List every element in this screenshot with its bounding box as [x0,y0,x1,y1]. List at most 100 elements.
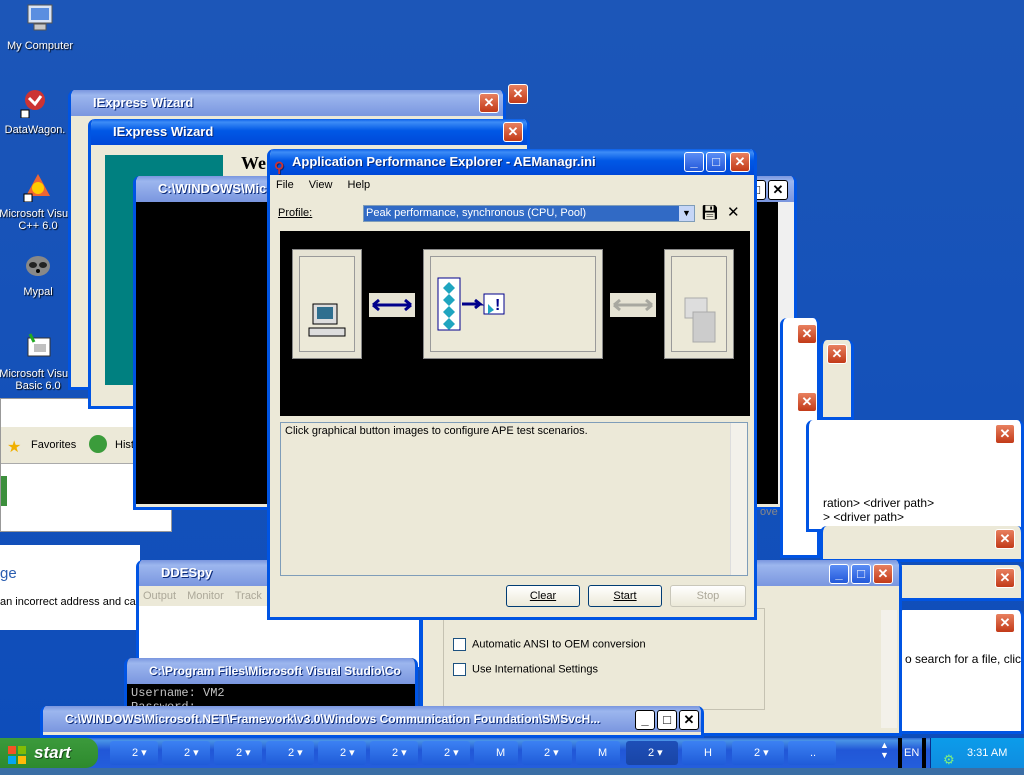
taskbar-scroll-arrows[interactable]: ▲ ▼ [880,740,889,760]
bg-window-right-f: ✕ o search for a file, click [896,610,1024,734]
double-arrow-icon [613,298,653,312]
close-icon[interactable]: ✕ [768,180,788,200]
minimize-icon[interactable]: _ [829,564,849,584]
taskbar-item-12[interactable]: H [682,741,726,765]
close-icon[interactable]: ✕ [873,564,893,584]
server-pool-icon: ! [437,277,505,331]
delete-icon[interactable]: ✕ [727,203,740,221]
taskbar-item-4[interactable]: 2 ▾ [266,741,314,765]
desktop-icon-visual-basic[interactable]: Microsoft Visual Basic 6.0 [0,330,78,392]
stop-button[interactable]: Stop [670,585,746,607]
close-icon[interactable]: ✕ [995,568,1015,588]
server-button[interactable]: ! [423,249,603,359]
intl-settings-checkbox[interactable]: Use International Settings [453,663,598,676]
clock[interactable]: 3:31 AM [967,738,1007,768]
taskbar-divider [898,738,902,768]
iexpress-1-title: IExpress Wizard [71,90,503,116]
bg-close-icon[interactable]: ✕ [508,84,534,108]
system-tray: ⚙ 3:31 AM [930,738,1024,768]
taskbar-item-10[interactable]: M [576,741,620,765]
desktop-icon-visual-cpp[interactable]: Microsoft Visual C++ 6.0 [0,170,78,232]
computer-icon [27,4,53,31]
windows-logo-icon [8,744,26,764]
star-icon: ★ [7,439,22,456]
start-button[interactable]: Start [588,585,662,607]
desktop-icon-datawagon[interactable]: DataWagon. [0,86,75,136]
ape-menubar: File View Help [270,175,754,195]
menu-help[interactable]: Help [342,179,377,191]
close-icon[interactable]: ✕ [730,152,750,172]
taskbar-divider [922,738,926,768]
taskbar-item-3[interactable]: 2 ▾ [214,741,262,765]
ape-titlebar: ⚲ Application Performance Explorer - AEM… [270,149,754,175]
history-icon [89,435,107,453]
options-group [443,608,765,710]
raccoon-icon [26,256,50,276]
menu-view[interactable]: View [303,179,339,191]
description-scrollbar[interactable] [730,423,747,575]
shortcut-icon [20,90,45,119]
close-icon[interactable]: ✕ [827,344,847,364]
data-connection-arrow[interactable] [610,293,656,317]
minimize-icon[interactable]: _ [635,710,655,730]
history-button[interactable]: Hist [115,439,134,451]
taskbar-item-7[interactable]: 2 ▾ [422,741,470,765]
console-3-title: C:\WINDOWS\Microsoft.NET\Framework\v3.0\… [43,706,701,732]
ie-error-page: ge an incorrect address and car [0,545,140,630]
start-button[interactable]: start [0,738,98,768]
options-scrollbar[interactable] [881,610,897,728]
taskbar-item-9[interactable]: 2 ▾ [522,741,572,765]
svg-text:!: ! [495,297,500,314]
ie-go-button[interactable] [1,476,7,506]
bg-window-right-d: ✕ [820,526,1024,562]
console-2-title: C:\Program Files\Microsoft Visual Studio… [127,658,415,684]
minimize-icon[interactable]: _ [684,152,704,172]
ansi-oem-checkbox[interactable]: Automatic ANSI to OEM conversion [453,638,646,651]
close-icon[interactable]: ✕ [679,710,699,730]
save-icon[interactable]: 💾︎ [701,204,719,221]
close-icon[interactable]: ✕ [479,93,499,113]
client-computer-icon [308,303,346,337]
taskbar-item-6[interactable]: 2 ▾ [370,741,418,765]
favorites-button[interactable]: Favorites [31,439,76,451]
maximize-icon[interactable]: □ [706,152,726,172]
description-textarea[interactable]: Click graphical button images to configu… [280,422,748,576]
desktop-icon-mypal[interactable]: Mypal [0,248,78,298]
double-arrow-icon [372,298,412,312]
taskbar-item-11[interactable]: 2 ▾ [626,741,678,765]
bg-window-right-c: ✕ ration> <driver path> > <driver path> [806,420,1024,532]
maximize-icon[interactable]: □ [657,710,677,730]
profile-select[interactable]: Peak performance, synchronous (CPU, Pool… [363,205,695,222]
bg-window-right-a: ✕ [820,340,854,420]
close-icon[interactable]: ✕ [995,529,1015,549]
client-connection-arrow[interactable] [369,293,415,317]
profile-row: Profile: Peak performance, synchronous (… [278,204,748,227]
menu-file[interactable]: File [270,179,300,191]
vcpp-icon [23,174,50,203]
scenario-diagram: ! [280,231,750,416]
ape-title: Application Performance Explorer - AEMan… [292,154,596,169]
chevron-down-icon[interactable]: ▼ [679,206,694,221]
close-icon[interactable]: ✕ [503,122,523,142]
language-indicator[interactable]: EN [904,747,919,759]
close-icon[interactable]: ✕ [797,392,817,412]
network-icon[interactable]: ⚙ [943,745,955,775]
taskbar-item-14[interactable]: .. [788,741,836,765]
taskbar-item-1[interactable]: 2 ▾ [110,741,158,765]
desktop-icon-my-computer[interactable]: My Computer [0,2,80,52]
client-button[interactable] [292,249,362,359]
clear-button[interactable]: Clear [506,585,580,607]
console-window-3: C:\WINDOWS\Microsoft.NET\Framework\v3.0\… [40,706,704,738]
taskbar-item-8[interactable]: M [474,741,518,765]
taskbar-item-2[interactable]: 2 ▾ [162,741,210,765]
taskbar-item-5[interactable]: 2 ▾ [318,741,366,765]
taskbar-item-13[interactable]: 2 ▾ [732,741,784,765]
database-icon [684,297,716,343]
ape-window: ⚲ Application Performance Explorer - AEM… [267,149,757,620]
close-icon[interactable]: ✕ [995,613,1015,633]
maximize-icon[interactable]: □ [851,564,871,584]
close-icon[interactable]: ✕ [995,424,1015,444]
ape-app-icon: ⚲ [274,159,285,175]
close-icon[interactable]: ✕ [797,324,817,344]
data-source-button[interactable] [664,249,734,359]
